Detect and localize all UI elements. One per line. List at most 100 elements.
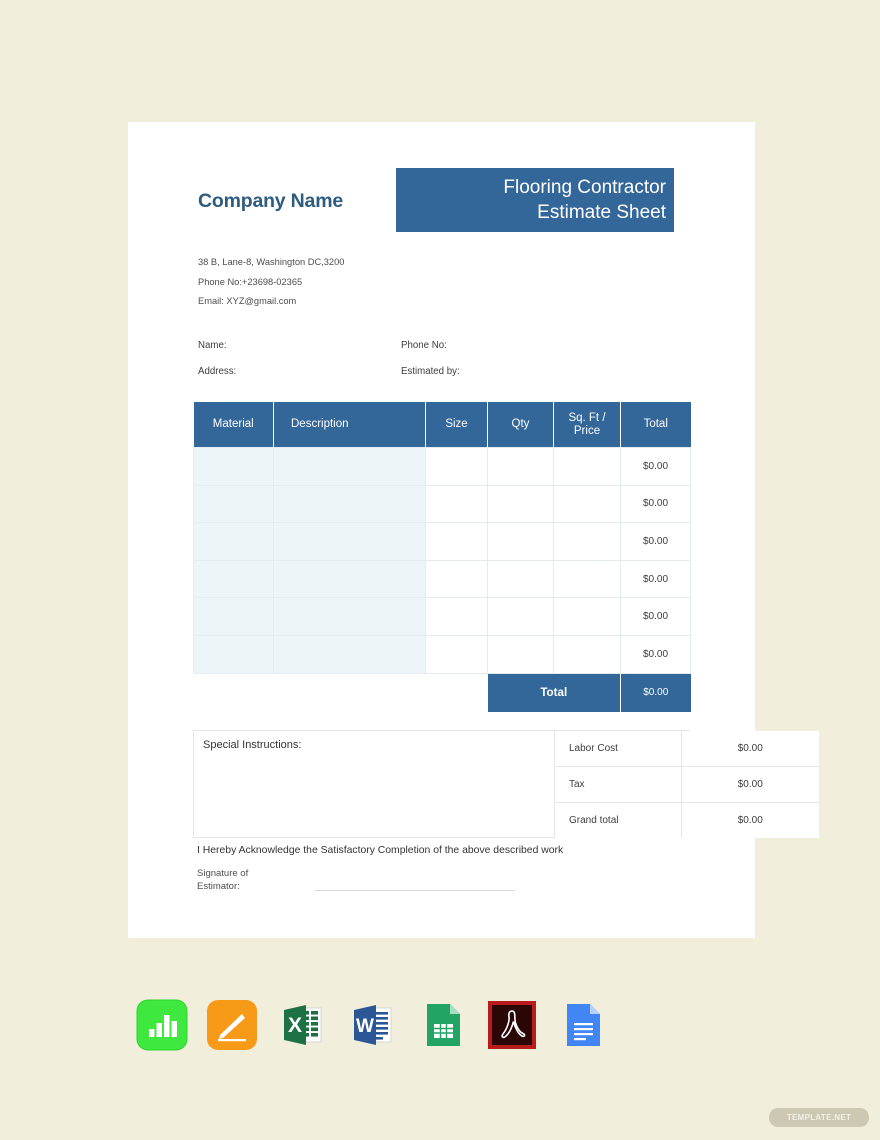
cell-material[interactable] (193, 484, 274, 524)
apple-numbers-icon[interactable] (136, 999, 188, 1051)
cell-size[interactable] (425, 522, 488, 561)
cell-sqft-price[interactable] (553, 559, 621, 599)
summary-label-grand-total: Grand total (554, 802, 682, 838)
cell-total: $0.00 (620, 447, 691, 486)
cell-material[interactable] (193, 597, 274, 636)
google-docs-icon[interactable] (556, 999, 608, 1051)
google-sheets-icon[interactable] (416, 999, 468, 1051)
items-table-header-row: Material Description Size Qty Sq. Ft / P… (193, 402, 691, 448)
customer-address-label: Address: (198, 366, 237, 377)
cell-description[interactable] (273, 447, 426, 486)
cell-material[interactable] (193, 522, 274, 561)
microsoft-word-icon[interactable]: W (346, 999, 398, 1051)
cell-size[interactable] (425, 634, 488, 674)
column-header-sqft-line1: Sq. Ft / (568, 411, 606, 424)
cell-size[interactable] (425, 484, 488, 524)
cell-total: $0.00 (620, 559, 691, 599)
cell-description[interactable] (273, 597, 426, 636)
cell-material[interactable] (193, 634, 274, 674)
column-header-description: Description (273, 402, 426, 448)
cell-sqft-price[interactable] (553, 447, 621, 486)
column-header-size: Size (425, 402, 488, 448)
company-contact-block: 38 B, Lane-8, Washington DC,3200 Phone N… (198, 253, 344, 312)
cell-total: $0.00 (620, 634, 691, 674)
summary-row-grand-total: Grand total $0.00 (554, 802, 819, 838)
document-page: Company Name Flooring Contractor Estimat… (128, 122, 819, 938)
cell-sqft-price[interactable] (553, 484, 621, 524)
summary-label-tax: Tax (554, 766, 682, 803)
table-row[interactable]: $0.00 (193, 447, 691, 486)
cell-sqft-price[interactable] (553, 522, 621, 561)
cell-sqft-price[interactable] (553, 634, 621, 674)
cell-description[interactable] (273, 484, 426, 524)
cell-size[interactable] (425, 597, 488, 636)
table-row[interactable]: $0.00 (193, 522, 691, 561)
svg-text:W: W (356, 1016, 374, 1037)
special-instructions-section: Special Instructions: Labor Cost $0.00 T… (193, 730, 819, 838)
adobe-pdf-icon[interactable] (486, 999, 538, 1051)
summary-value-tax: $0.00 (681, 766, 819, 803)
cell-qty[interactable] (487, 559, 554, 599)
cell-total: $0.00 (620, 484, 691, 524)
cell-description[interactable] (273, 634, 426, 674)
total-row-spacer (274, 673, 426, 712)
template-watermark: TEMPLATE.NET (769, 1108, 869, 1127)
summary-table: Labor Cost $0.00 Tax $0.00 Grand total $… (554, 731, 819, 838)
table-row[interactable]: $0.00 (193, 634, 691, 674)
summary-label-labor-cost: Labor Cost (554, 731, 682, 767)
cell-total: $0.00 (620, 597, 691, 636)
cell-sqft-price[interactable] (553, 597, 621, 636)
items-table-body: $0.00 $0.00 $0.00 $0.00 $0.00 $0.00 Tota… (193, 447, 691, 712)
table-row[interactable]: $0.00 (193, 559, 691, 599)
signature-label: Signature of Estimator: (197, 867, 248, 893)
apple-pages-icon[interactable] (206, 999, 258, 1051)
cell-material[interactable] (193, 447, 274, 486)
column-header-sqft-price: Sq. Ft / Price (553, 402, 621, 448)
summary-row-tax: Tax $0.00 (554, 766, 819, 803)
company-name: Company Name (198, 190, 343, 212)
summary-value-labor-cost: $0.00 (681, 731, 819, 767)
grand-total-value: $0.00 (620, 673, 691, 712)
items-table-total-row: Total $0.00 (194, 673, 691, 712)
table-row[interactable]: $0.00 (193, 484, 691, 524)
cell-description[interactable] (273, 522, 426, 561)
document-title-line-1: Flooring Contractor (503, 177, 666, 198)
document-title-banner: Flooring Contractor Estimate Sheet (396, 168, 674, 232)
customer-name-label: Name: (198, 340, 227, 351)
company-email: Email: XYZ@gmail.com (198, 296, 297, 306)
format-icons-row: X W (136, 999, 608, 1051)
customer-phone-label: Phone No: (401, 340, 447, 351)
summary-row-labor-cost: Labor Cost $0.00 (554, 731, 819, 767)
cell-material[interactable] (193, 559, 274, 599)
total-row-spacer (194, 673, 274, 712)
cell-qty[interactable] (487, 484, 554, 524)
svg-text:X: X (288, 1014, 302, 1037)
cell-qty[interactable] (487, 522, 554, 561)
grand-total-label: Total (487, 673, 621, 712)
summary-value-grand-total: $0.00 (681, 802, 819, 838)
signature-line[interactable] (315, 890, 515, 891)
column-header-qty: Qty (487, 402, 554, 448)
cell-description[interactable] (273, 559, 426, 599)
column-header-sqft-line2: Price (573, 424, 601, 437)
document-title-line-2: Estimate Sheet (537, 202, 666, 223)
cell-qty[interactable] (487, 597, 554, 636)
cell-total: $0.00 (620, 522, 691, 561)
signature-label-line-2: Estimator: (197, 881, 240, 892)
company-address: 38 B, Lane-8, Washington DC,3200 (198, 257, 345, 267)
cell-size[interactable] (425, 559, 488, 599)
estimated-by-label: Estimated by: (401, 366, 460, 377)
acknowledgement-text: I Hereby Acknowledge the Satisfactory Co… (197, 845, 564, 856)
signature-label-line-1: Signature of (197, 868, 249, 879)
cell-size[interactable] (425, 447, 488, 486)
microsoft-excel-icon[interactable]: X (276, 999, 328, 1051)
column-header-total: Total (620, 402, 691, 448)
special-instructions-label: Special Instructions: (203, 739, 302, 751)
company-phone: Phone No:+23698-02365 (198, 276, 303, 287)
total-row-spacer (426, 673, 488, 712)
items-table: Material Description Size Qty Sq. Ft / P… (193, 402, 691, 712)
column-header-material: Material (193, 402, 274, 448)
cell-qty[interactable] (487, 447, 554, 486)
table-row[interactable]: $0.00 (193, 597, 691, 636)
cell-qty[interactable] (487, 634, 554, 674)
